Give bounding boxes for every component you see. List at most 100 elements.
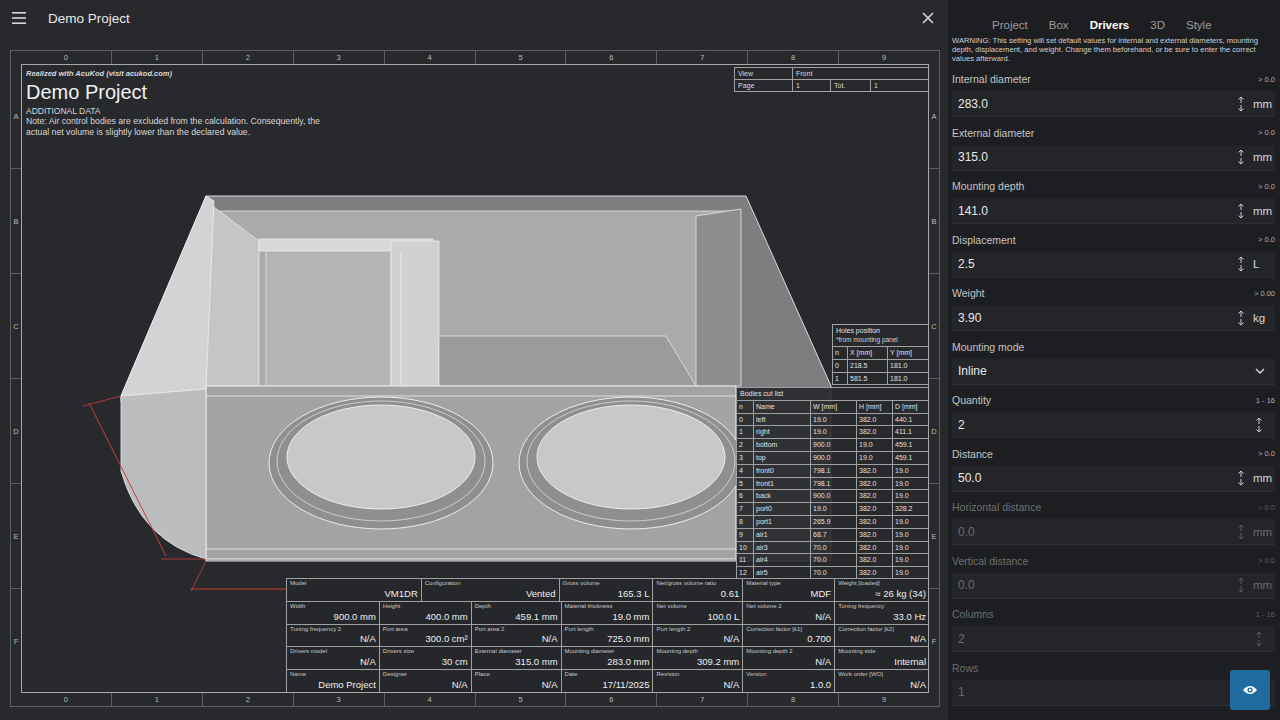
table-cell: 1: [737, 426, 754, 438]
spinner-arrows-icon[interactable]: [1237, 524, 1245, 540]
table-cell: right: [754, 426, 811, 438]
title-block-cell: Drivers size 30 cm: [380, 647, 472, 669]
spinner-arrows-icon[interactable]: [1237, 203, 1245, 219]
cell-value: N/A: [746, 611, 831, 623]
ruler-label: 5: [475, 51, 566, 64]
spinner-arrows-icon[interactable]: [1255, 631, 1263, 647]
ruler-label: 0: [21, 693, 111, 706]
holes-title: Holes position: [833, 325, 928, 335]
column-header: D [mm]: [893, 401, 928, 413]
number-input[interactable]: 2.5 L: [952, 252, 1275, 278]
title-block-cell: Version 1.0.0: [743, 670, 835, 692]
ruler-label: 4: [384, 693, 475, 706]
field-hint: > 0.0: [1258, 449, 1275, 458]
cell-label: Port length 2: [656, 626, 739, 633]
field-hint: > 0.0: [1258, 128, 1275, 137]
spinner-arrows-icon[interactable]: [1237, 96, 1245, 112]
cell-value: MDF: [746, 588, 831, 600]
cell-label: Material type: [746, 580, 831, 587]
number-input[interactable]: 50.0 mm: [952, 466, 1275, 492]
cell-value: 100.0 L: [656, 611, 739, 623]
spinner-arrows-icon[interactable]: [1237, 310, 1245, 326]
field-unit: mm: [1253, 151, 1271, 163]
cell-label: Mounting depth: [656, 648, 739, 655]
table-cell: front0: [754, 465, 811, 477]
number-input[interactable]: 2: [952, 626, 1275, 652]
field-label: Horizontal distance: [952, 501, 1258, 513]
title-block-cell: Drivers model N/A: [287, 647, 380, 669]
ruler-label: 2: [202, 51, 293, 64]
table-cell: 459.1: [893, 439, 928, 451]
cell-value: Internal: [838, 656, 926, 668]
column-header: Y [mm]: [888, 347, 928, 359]
field-label: Columns: [952, 608, 1256, 620]
number-input[interactable]: 0.0 mm: [952, 519, 1275, 545]
tab[interactable]: 3D: [1150, 17, 1165, 33]
menu-icon[interactable]: [12, 12, 26, 24]
spinner-arrows-icon[interactable]: [1237, 577, 1245, 593]
number-input[interactable]: 283.0 mm: [952, 91, 1275, 117]
ruler-label: 3: [293, 693, 384, 706]
view-value: Front: [793, 68, 929, 80]
tab[interactable]: Project: [992, 17, 1028, 33]
close-icon[interactable]: [922, 12, 934, 24]
field-hint: 1 - 16: [1256, 610, 1275, 619]
bodies-row: 9air168.7382.019.0: [737, 529, 928, 542]
sheet-subtitle: ADDITIONAL DATA: [26, 106, 346, 116]
table-cell: 798.1: [811, 478, 857, 490]
select-box[interactable]: Inline: [952, 359, 1275, 385]
title-block-cell: Port length 2 N/A: [653, 625, 743, 647]
field-hint: > 0.00: [1254, 289, 1275, 298]
cell-label: Height: [383, 603, 468, 610]
cell-label: Designer: [383, 671, 468, 678]
bodies-row: 8port1265.9382.019.0: [737, 516, 928, 529]
holes-row: 1581.5181.0: [833, 373, 928, 385]
number-input[interactable]: 2: [952, 412, 1275, 438]
bodies-row: 4front0798.1382.019.0: [737, 465, 928, 478]
sheet-note: Note: Air control bodies are excluded fr…: [26, 116, 326, 137]
title-block-cell: Port area 2 N/A: [472, 625, 562, 647]
spinner-arrows-icon[interactable]: [1237, 470, 1245, 486]
field-header: Rows: [952, 661, 1275, 675]
table-cell: 900.0: [811, 452, 857, 464]
cell-label: Weight [loaded]: [838, 580, 926, 587]
cell-label: Revision: [656, 671, 739, 678]
spinner-arrows-icon[interactable]: [1255, 417, 1263, 433]
ruler-label: E: [11, 483, 21, 588]
number-input[interactable]: 1: [952, 680, 1275, 706]
field-header: Mounting depth > 0.0: [952, 179, 1275, 193]
number-input[interactable]: 141.0 mm: [952, 198, 1275, 224]
cell-label: Drivers size: [383, 648, 468, 655]
field-value: 141.0: [958, 204, 1229, 218]
title-block-row: Model VM1DRConfiguration VentedGross vol…: [287, 579, 929, 602]
column-header: X [mm]: [848, 347, 888, 359]
cell-value: VM1DR: [290, 588, 418, 600]
cell-label: Depth: [475, 603, 558, 610]
tab-bar: Project Box Drivers 3D Style: [952, 0, 1275, 33]
cell-label: Tuning frequency 2: [290, 626, 376, 633]
table-cell: top: [754, 452, 811, 464]
cell-label: Correction factor [k1]: [746, 626, 831, 633]
cell-label: Mounting diameter: [565, 648, 650, 655]
number-input[interactable]: 0.0 mm: [952, 573, 1275, 599]
table-cell: 382.0: [857, 465, 893, 477]
table-cell: 798.1: [811, 465, 857, 477]
table-cell: 440.1: [893, 414, 928, 426]
title-block-cell: Gross volume 165.3 L: [560, 579, 654, 601]
tab[interactable]: Drivers: [1090, 17, 1130, 33]
table-cell: 19.0: [811, 503, 857, 515]
form-field: Distance > 0.0 50.0 mm: [952, 447, 1275, 492]
number-input[interactable]: 3.90 kg: [952, 305, 1275, 331]
title-block-cell: Correction factor [k2] N/A: [835, 625, 929, 647]
title-block-cell: Mounting diameter 283.0 mm: [562, 647, 654, 669]
preview-button[interactable]: [1230, 670, 1270, 710]
tab[interactable]: Style: [1186, 17, 1212, 33]
number-input[interactable]: 315.0 mm: [952, 145, 1275, 171]
field-hint: > 0.0: [1258, 182, 1275, 191]
table-cell: 19.0: [811, 414, 857, 426]
tab[interactable]: Box: [1049, 17, 1069, 33]
spinner-arrows-icon[interactable]: [1237, 149, 1245, 165]
ruler-label: B: [11, 168, 21, 273]
cell-value: N/A: [290, 656, 376, 668]
spinner-arrows-icon[interactable]: [1237, 256, 1245, 272]
